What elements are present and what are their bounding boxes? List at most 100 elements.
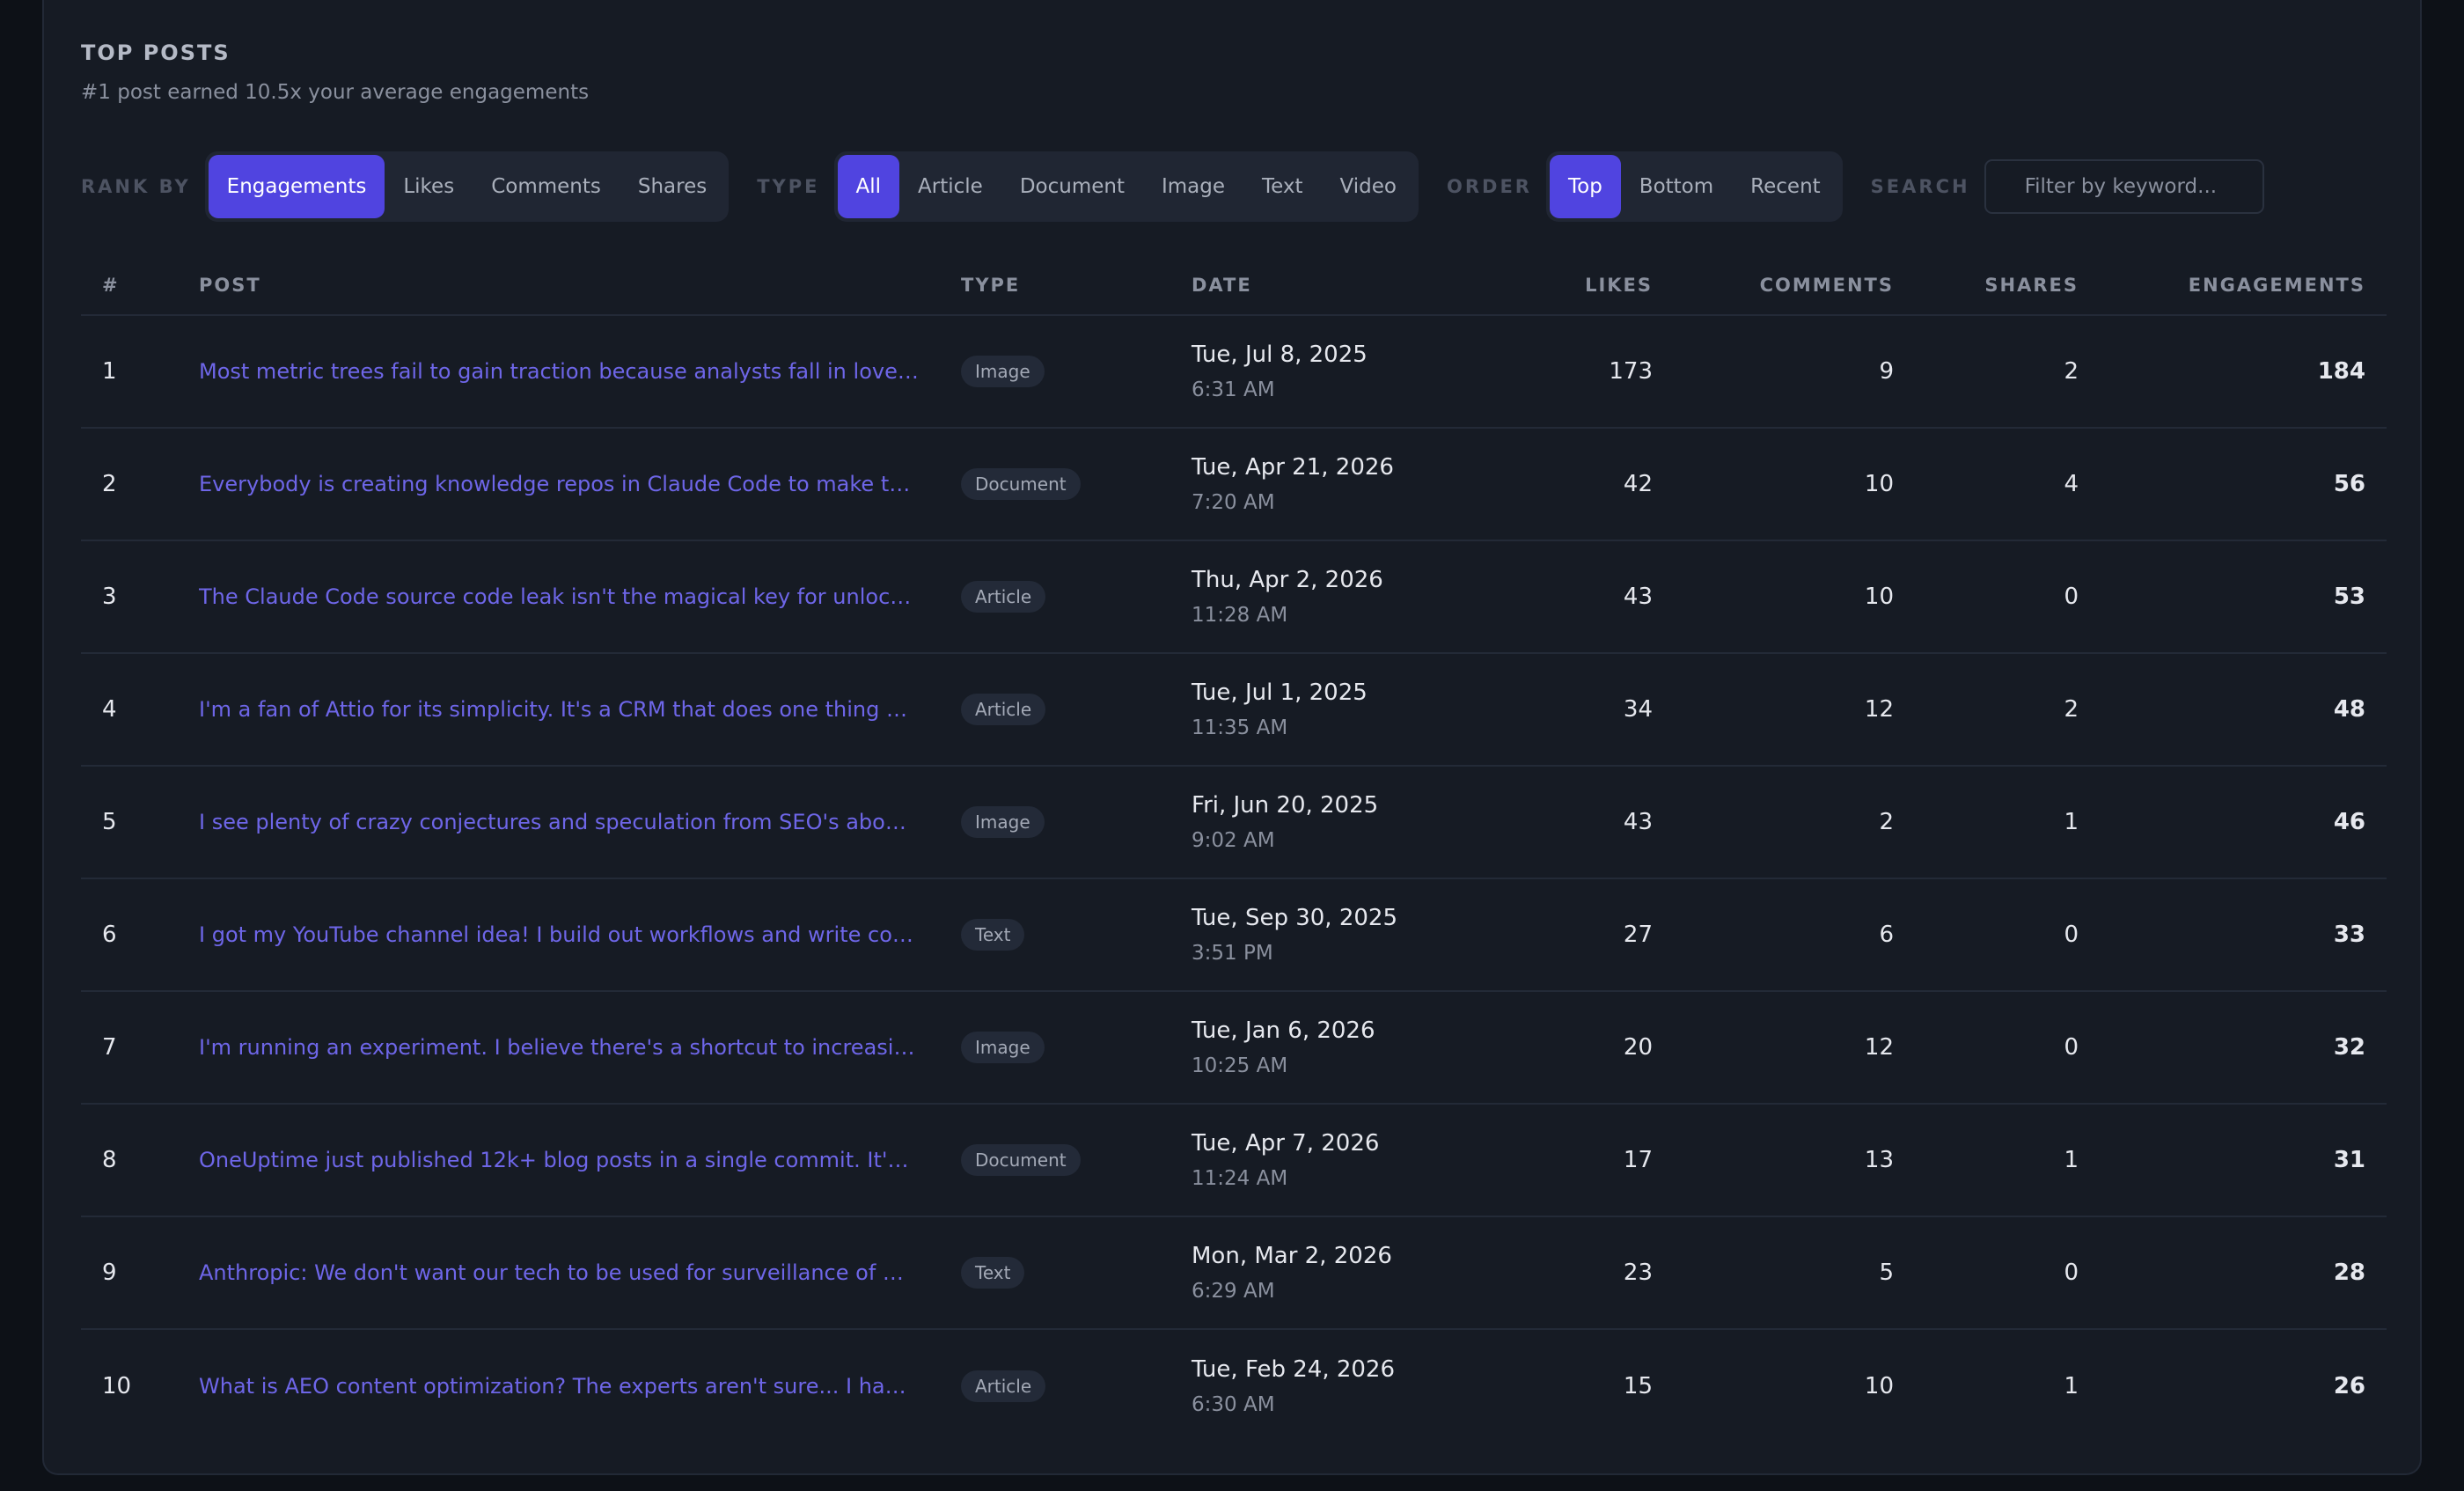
- section-subtitle: #1 post earned 10.5x your average engage…: [81, 81, 590, 104]
- row-rank: 4: [81, 653, 199, 767]
- type-badge: Article: [961, 1370, 1046, 1402]
- row-engagements: 31: [2079, 1104, 2387, 1217]
- post-link[interactable]: Everybody is creating knowledge repos in…: [199, 472, 919, 496]
- post-link[interactable]: OneUptime just published 12k+ blog posts…: [199, 1148, 919, 1172]
- type-all[interactable]: All: [837, 155, 900, 218]
- post-link[interactable]: Anthropic: We don't want our tech to be …: [199, 1260, 919, 1285]
- row-likes: 43: [1473, 540, 1653, 654]
- row-likes: 23: [1473, 1216, 1653, 1330]
- type-badge: Image: [961, 356, 1045, 387]
- type-badge: Article: [961, 694, 1046, 725]
- row-shares: 0: [1894, 991, 2079, 1105]
- order-label: ORDER: [1447, 176, 1532, 197]
- type-badge: Document: [961, 468, 1081, 500]
- row-likes: 173: [1473, 315, 1653, 429]
- row-comments: 12: [1653, 991, 1894, 1105]
- row-shares: 1: [1894, 766, 2079, 879]
- row-engagements: 53: [2079, 540, 2387, 654]
- type-image[interactable]: Image: [1143, 155, 1243, 218]
- col-shares[interactable]: SHARES: [1894, 255, 2079, 316]
- order-top[interactable]: Top: [1549, 155, 1621, 218]
- row-shares: 2: [1894, 653, 2079, 767]
- post-time: 10:25 AM: [1192, 1054, 1288, 1077]
- post-link[interactable]: I'm a fan of Attio for its simplicity. I…: [199, 697, 919, 722]
- post-link[interactable]: Most metric trees fail to gain traction …: [199, 359, 919, 384]
- type-text[interactable]: Text: [1243, 155, 1322, 218]
- order-recent[interactable]: Recent: [1732, 155, 1839, 218]
- row-comments: 9: [1653, 315, 1894, 429]
- row-rank: 6: [81, 878, 199, 992]
- post-date: Fri, Jun 20, 2025: [1192, 792, 1379, 819]
- type-group: All Article Document Image Text Video: [833, 151, 1419, 222]
- post-time: 11:28 AM: [1192, 604, 1288, 627]
- post-link[interactable]: I got my YouTube channel idea! I build o…: [199, 922, 919, 947]
- date-cell: Thu, Apr 2, 2026 11:28 AM: [1192, 540, 1473, 654]
- post-link[interactable]: I see plenty of crazy conjectures and sp…: [199, 810, 919, 834]
- row-shares: 1: [1894, 1104, 2079, 1217]
- post-date: Tue, Apr 7, 2026: [1192, 1130, 1380, 1157]
- rank-by-engagements[interactable]: Engagements: [208, 155, 385, 218]
- col-rank[interactable]: #: [81, 255, 199, 316]
- row-likes: 34: [1473, 653, 1653, 767]
- post-time: 6:30 AM: [1192, 1392, 1275, 1416]
- table-body: 1 Most metric trees fail to gain tractio…: [81, 315, 2387, 1442]
- row-comments: 10: [1653, 428, 1894, 541]
- col-type[interactable]: TYPE: [961, 255, 1192, 316]
- table-row: 4 I'm a fan of Attio for its simplicity.…: [81, 653, 2387, 767]
- date-cell: Mon, Mar 2, 2026 6:29 AM: [1192, 1216, 1473, 1330]
- type-video[interactable]: Video: [1322, 155, 1415, 218]
- col-post[interactable]: POST: [199, 255, 961, 316]
- post-date: Tue, Apr 21, 2026: [1192, 454, 1394, 481]
- col-likes[interactable]: LIKES: [1473, 255, 1653, 316]
- col-comments[interactable]: COMMENTS: [1653, 255, 1894, 316]
- post-link[interactable]: I'm running an experiment. I believe the…: [199, 1035, 919, 1060]
- post-link[interactable]: The Claude Code source code leak isn't t…: [199, 584, 919, 609]
- row-shares: 4: [1894, 428, 2079, 541]
- col-date[interactable]: DATE: [1192, 255, 1473, 316]
- row-rank: 1: [81, 315, 199, 429]
- table-header-row: # POST TYPE DATE LIKES COMMENTS SHARES E…: [81, 255, 2387, 316]
- post-time: 11:35 AM: [1192, 716, 1288, 739]
- post-date: Tue, Feb 24, 2026: [1192, 1355, 1396, 1383]
- type-label: TYPE: [757, 176, 820, 197]
- post-time: 9:02 AM: [1192, 829, 1275, 852]
- filter-bar: RANK BY Engagements Likes Comments Share…: [81, 151, 2264, 222]
- row-likes: 27: [1473, 878, 1653, 992]
- row-rank: 10: [102, 1372, 132, 1399]
- search-input[interactable]: [1984, 159, 2264, 214]
- type-badge: Image: [961, 806, 1045, 838]
- row-rank: 9: [81, 1216, 199, 1330]
- section-title: TOP POSTS: [81, 40, 231, 65]
- row-rank: 8: [81, 1104, 199, 1217]
- row-shares: 0: [1894, 1216, 2079, 1330]
- row-comments: 13: [1653, 1104, 1894, 1217]
- col-engagements[interactable]: ENGAGEMENTS: [2079, 255, 2387, 316]
- row-engagements: 32: [2079, 991, 2387, 1105]
- date-cell: Tue, Jul 8, 2025 6:31 AM: [1192, 315, 1473, 429]
- row-comments: 5: [1653, 1216, 1894, 1330]
- rank-by-likes[interactable]: Likes: [385, 155, 473, 218]
- row-engagements: 46: [2079, 766, 2387, 879]
- rank-by-comments[interactable]: Comments: [473, 155, 620, 218]
- rank-by-shares[interactable]: Shares: [620, 155, 725, 218]
- post-time: 7:20 AM: [1192, 491, 1275, 514]
- row-comments: 6: [1653, 878, 1894, 992]
- row-engagements: 33: [2079, 878, 2387, 992]
- type-badge: Text: [961, 1257, 1025, 1289]
- post-link[interactable]: What is AEO content optimization? The ex…: [199, 1374, 919, 1399]
- row-likes: 17: [1473, 1104, 1653, 1217]
- table-row: 10 What is AEO content optimization? The…: [81, 1329, 2387, 1442]
- top-posts-panel: TOP POSTS #1 post earned 10.5x your aver…: [42, 0, 2422, 1475]
- search-label: SEARCH: [1870, 176, 1970, 197]
- row-likes: 15: [1623, 1372, 1653, 1399]
- type-article[interactable]: Article: [899, 155, 1001, 218]
- table-row: 3 The Claude Code source code leak isn't…: [81, 540, 2387, 654]
- post-date: Mon, Mar 2, 2026: [1192, 1243, 1392, 1269]
- row-shares: 0: [1894, 540, 2079, 654]
- post-time: 11:24 AM: [1192, 1167, 1288, 1190]
- order-group: Top Bottom Recent: [1545, 151, 1843, 222]
- row-comments: 10: [1653, 540, 1894, 654]
- type-document[interactable]: Document: [1001, 155, 1143, 218]
- table-row: 2 Everybody is creating knowledge repos …: [81, 428, 2387, 541]
- order-bottom[interactable]: Bottom: [1621, 155, 1732, 218]
